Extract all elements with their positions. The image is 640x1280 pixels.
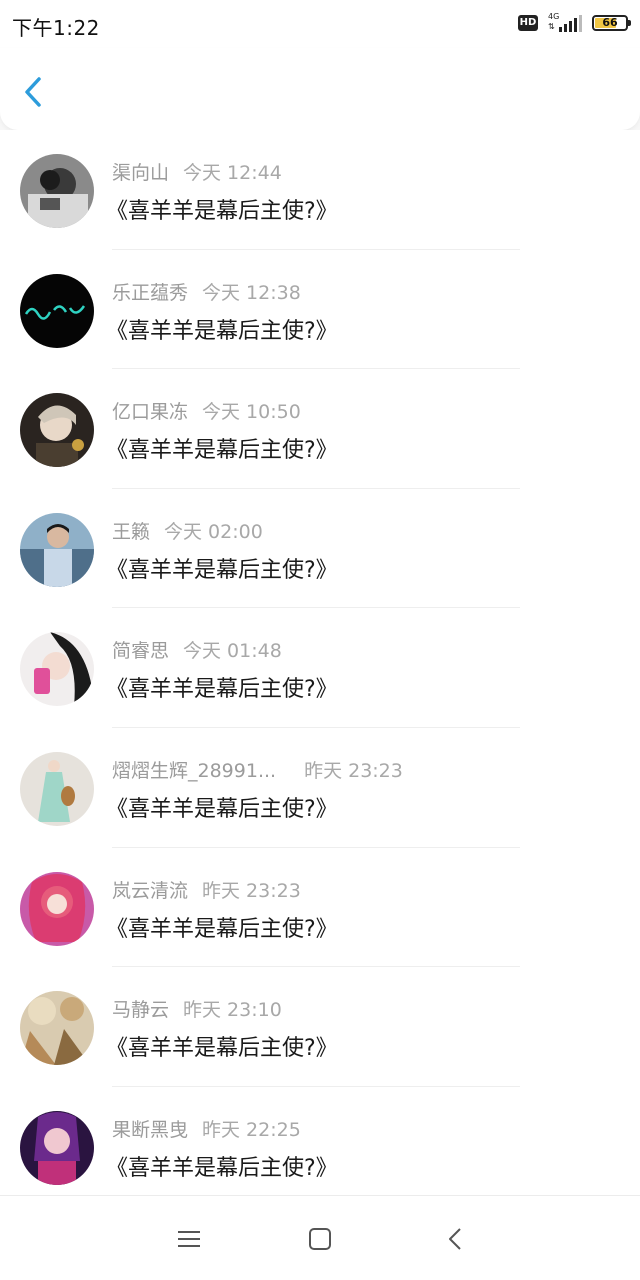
message-time: 今天 12:38 [202,281,301,304]
avatar [20,512,94,587]
status-bar: 下午1:22 HD 4G ⇅ 66 [0,0,640,48]
sender-meta: 乐正蕴秀 今天 12:38 [112,278,301,305]
message-time: 今天 12:44 [183,162,282,184]
sender-meta: 亿口果冻 今天 10:50 [112,397,301,424]
list-item[interactable]: 果断黑曳 昨天 22:25 《喜羊羊是幕后主使?》 [0,1086,640,1195]
sender-meta: 熠熠生辉_28991... 昨天 23:23 [112,756,403,783]
list-item[interactable]: 简睿思 今天 01:48 《喜羊羊是幕后主使?》 [0,608,640,728]
hd-badge: HD [518,15,538,31]
list-item[interactable]: 岚云清流 昨天 23:23 《喜羊羊是幕后主使?》 [0,847,640,968]
message-time: 今天 01:48 [183,640,282,663]
list-item[interactable]: 渠向山 今天 12:44 《喜羊羊是幕后主使?》 [0,130,640,250]
list-item[interactable]: 王籁 今天 02:00 《喜羊羊是幕后主使?》 [0,488,640,609]
sender-name: 简睿思 [112,640,170,663]
message-text: 《喜羊羊是幕后主使?》 [106,677,338,703]
back-button[interactable] [16,74,52,110]
signal-bars [559,15,582,32]
message-text: 《喜羊羊是幕后主使?》 [106,796,338,822]
list-item[interactable]: 马静云 昨天 23:10 《喜羊羊是幕后主使?》 [0,967,640,1087]
sender-name: 渠向山 [112,162,170,184]
message-time: 昨天 22:25 [202,1118,301,1141]
message-text: 《喜羊羊是幕后主使?》 [106,199,338,224]
avatar [20,751,94,826]
list-item[interactable]: 乐正蕴秀 今天 12:38 《喜羊羊是幕后主使?》 [0,249,640,370]
avatar [20,393,94,468]
sender-name: 马静云 [112,999,170,1022]
avatar [20,871,94,946]
list-item[interactable]: 熠熠生辉_28991... 昨天 23:23 《喜羊羊是幕后主使?》 [0,727,640,848]
sender-name: 岚云清流 [112,879,189,902]
message-time: 今天 02:00 [164,520,263,543]
square-home-icon [309,1228,331,1250]
status-time: 下午1:22 [12,16,100,40]
top-bar [0,48,640,130]
sender-meta: 马静云 昨天 23:10 [112,995,282,1022]
message-text: 《喜羊羊是幕后主使?》 [106,1155,338,1181]
triangle-back-icon [449,1228,461,1250]
sender-meta: 渠向山 今天 12:44 [112,158,282,185]
avatar [20,991,94,1066]
sender-name: 熠熠生辉_28991... [112,759,277,782]
network-type: 4G [548,12,560,21]
signal-icon: 4G ⇅ [548,12,582,34]
status-icons: HD 4G ⇅ 66 [518,12,631,34]
avatar [20,273,94,348]
message-text: 《喜羊羊是幕后主使?》 [106,916,338,942]
message-text: 《喜羊羊是幕后主使?》 [106,438,338,464]
system-back-button[interactable] [440,1224,470,1254]
screen: 下午1:22 HD 4G ⇅ 66 渠向山 今天 12:44 《喜羊羊是幕后主使… [0,0,640,1280]
message-text: 《喜羊羊是幕后主使?》 [106,318,338,344]
menu-icon [178,1231,200,1247]
sender-meta: 岚云清流 昨天 23:23 [112,876,301,903]
list-item[interactable]: 亿口果冻 今天 10:50 《喜羊羊是幕后主使?》 [0,369,640,489]
home-button[interactable] [305,1224,335,1254]
sender-name: 王籁 [112,520,151,543]
menu-button[interactable] [174,1224,204,1254]
message-list: 渠向山 今天 12:44 《喜羊羊是幕后主使?》 乐正蕴秀 今天 12:38 《喜羊… [0,130,640,1195]
message-time: 今天 10:50 [202,401,301,424]
sender-name: 果断黑曳 [112,1118,189,1141]
sender-meta: 王籁 今天 02:00 [112,517,263,544]
battery-level: 66 [602,16,618,29]
chevron-left-icon [25,77,41,107]
message-text: 《喜羊羊是幕后主使?》 [106,1036,338,1062]
data-arrows-icon: ⇅ [548,22,555,31]
sender-name: 亿口果冻 [112,401,189,424]
sender-meta: 简睿思 今天 01:48 [112,636,282,663]
battery-icon: 66 [592,15,631,31]
sender-name: 乐正蕴秀 [112,281,189,304]
sender-meta: 果断黑曳 昨天 22:25 [112,1115,301,1142]
system-nav-bar [0,1195,640,1280]
avatar [20,632,94,707]
avatar [20,1110,94,1185]
message-time: 昨天 23:23 [202,879,301,902]
message-text: 《喜羊羊是幕后主使?》 [106,557,338,583]
message-time: 昨天 23:23 [304,759,403,782]
message-time: 昨天 23:10 [183,999,282,1022]
avatar [20,154,94,228]
